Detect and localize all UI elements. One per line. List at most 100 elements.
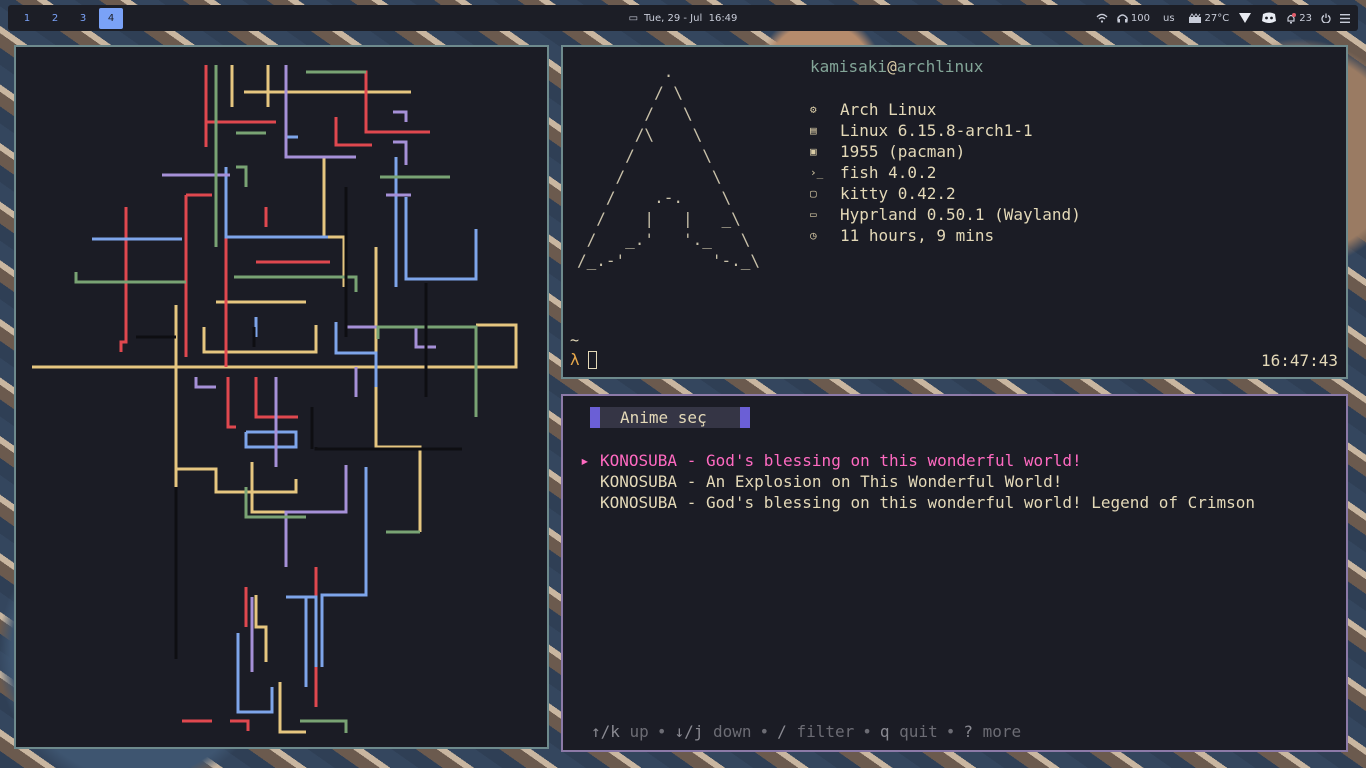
pipe-segment [404, 197, 478, 281]
kernel-text: Linux 6.15.8-arch1-1 [840, 121, 1033, 140]
anime-list: ▸ KONOSUBA - God's blessing on this wonde… [580, 450, 1255, 513]
pipe-segment [244, 430, 298, 449]
workspace-button-2[interactable]: 2 [43, 8, 67, 29]
list-item-label: KONOSUBA - God's blessing on this wonder… [600, 451, 1082, 470]
arch-logo: . / \ / \ /\ \ / \ / \ / .-. \ / | | _\ … [577, 62, 761, 270]
packages-text: 1955 (pacman) [840, 142, 966, 161]
info-row-terminal: ▢ kitty 0.42.2 [810, 183, 1081, 204]
user-host: kamisaki@archlinux [810, 57, 983, 76]
pipe-segment [284, 122, 298, 139]
hostname: archlinux [896, 57, 984, 76]
notifications-widget[interactable]: 23 [1286, 12, 1312, 24]
pipes-terminal[interactable] [14, 45, 549, 749]
system-info: ⚙ Arch Linux ▤ Linux 6.15.8-arch1-1 ▣ 1955 … [810, 99, 1081, 246]
pipe-segment [224, 167, 328, 239]
pipe-segment [226, 377, 236, 429]
pipe-segment [300, 719, 348, 733]
help-separator: • [945, 722, 956, 741]
wm-text: Hyprland 0.50.1 (Wayland) [840, 205, 1081, 224]
prompt-right-time: 16:47:43 [1260, 351, 1338, 370]
help-more: ? more [963, 722, 1022, 741]
pipe-segment [393, 110, 408, 122]
chip-icon: ▤ [810, 124, 817, 137]
package-icon: ▣ [810, 145, 817, 158]
info-row-shell: ›_ fish 4.0.2 [810, 162, 1081, 183]
info-row-os: ⚙ Arch Linux [810, 99, 1081, 120]
help-filter: / filter [777, 722, 855, 741]
system-tray: 100 us 27°C 23 [1096, 12, 1350, 24]
list-item[interactable]: ▸ KONOSUBA - God's blessing on this wonde… [580, 450, 1255, 471]
fastfetch-terminal[interactable]: . / \ / \ /\ \ / \ / \ / .-. \ / | | _\ … [561, 45, 1348, 379]
prompt-line[interactable]: λ [570, 350, 597, 369]
terminal-text: kitty 0.42.2 [840, 184, 956, 203]
pipe-segment [32, 323, 518, 369]
weather-widget[interactable]: 27°C [1188, 12, 1230, 24]
help-separator: • [862, 722, 872, 741]
temperature-text: 27°C [1204, 12, 1230, 24]
list-item[interactable]: KONOSUBA - God's blessing on this wonder… [580, 492, 1255, 513]
pipe-segment [374, 247, 422, 532]
pipes-art [32, 65, 518, 734]
notification-count: 23 [1299, 12, 1312, 24]
menu-icon[interactable] [1340, 13, 1350, 23]
keyboard-layout[interactable]: us [1163, 13, 1175, 24]
list-item-label: KONOSUBA - God's blessing on this wonder… [600, 493, 1256, 512]
shell-text: fish 4.0.2 [840, 163, 937, 182]
pipe-segment [236, 165, 248, 187]
pipe-segment [234, 275, 358, 292]
at-sign: @ [887, 57, 897, 76]
anime-picker-terminal[interactable]: Anime seç ▸ KONOSUBA - God's blessing on … [561, 394, 1348, 752]
help-separator: • [656, 722, 667, 741]
picker-title-text: Anime seç [620, 408, 707, 427]
terminal-box-icon: ▢ [810, 187, 817, 200]
pipe-segment [346, 325, 436, 349]
gear-icon: ⚙ [810, 103, 817, 116]
pipe-segment [174, 305, 298, 494]
discord-icon[interactable] [1261, 12, 1277, 24]
clock-icon: ◷ [810, 229, 817, 242]
pipe-segment [284, 65, 356, 159]
picker-title: Anime seç [590, 407, 750, 428]
uptime-text: 11 hours, 9 mins [840, 226, 995, 245]
power-icon[interactable] [1321, 13, 1331, 23]
terminal-icon: ›_ [810, 166, 824, 179]
list-item[interactable]: KONOSUBA - An Explosion on This Wonderfu… [580, 471, 1255, 492]
info-row-packages: ▣ 1955 (pacman) [810, 141, 1081, 162]
help-up: ↑/k up [591, 722, 649, 741]
bell-icon [1286, 12, 1297, 24]
keybinding-help: ↑/k up • ↓/j down • / filter • q quit • … [591, 722, 1021, 741]
workspace-button-1[interactable]: 1 [15, 8, 39, 29]
info-row-wm: ▭ Hyprland 0.50.1 (Wayland) [810, 204, 1081, 225]
wifi-icon[interactable] [1096, 13, 1108, 23]
username: kamisaki [810, 57, 888, 76]
list-item-label: KONOSUBA - An Explosion on This Wonderfu… [600, 472, 1063, 491]
help-down: ↓/j down [674, 722, 752, 741]
workspace-button-4[interactable]: 4 [99, 7, 123, 29]
selection-pointer-icon: ▸ [580, 451, 590, 470]
pipe-segment [278, 682, 306, 734]
pipe-segment [230, 719, 250, 731]
help-quit: q quit [879, 722, 938, 741]
pipe-segment [286, 595, 318, 667]
help-separator: • [759, 722, 770, 741]
prompt-symbol: λ [570, 350, 580, 369]
datetime-text: Tue, 29 - Jul 16:49 [644, 12, 738, 24]
pipe-segment [74, 272, 186, 284]
volume-text: 100 [1130, 12, 1150, 24]
pipe-segment [334, 70, 430, 134]
volume-widget[interactable]: 100 [1117, 13, 1150, 24]
clock[interactable]: ▭ Tue, 29 - Jul 16:49 [629, 13, 738, 24]
pipe-segment [119, 207, 128, 352]
top-bar: 1 2 3 4 ▭ Tue, 29 - Jul 16:49 100 us 27°… [8, 5, 1358, 31]
pipe-segment [322, 157, 346, 287]
pipe-segment [254, 595, 268, 662]
headphones-icon [1117, 13, 1128, 23]
os-text: Arch Linux [840, 100, 937, 119]
workspace-button-3[interactable]: 3 [71, 8, 95, 29]
window-icon: ▭ [810, 208, 817, 221]
text-cursor [587, 350, 597, 369]
workspace-switcher: 1 2 3 4 [8, 7, 123, 29]
shield-icon[interactable] [1238, 12, 1252, 24]
calendar-icon: ▭ [628, 12, 639, 24]
pipe-segment [194, 377, 216, 389]
